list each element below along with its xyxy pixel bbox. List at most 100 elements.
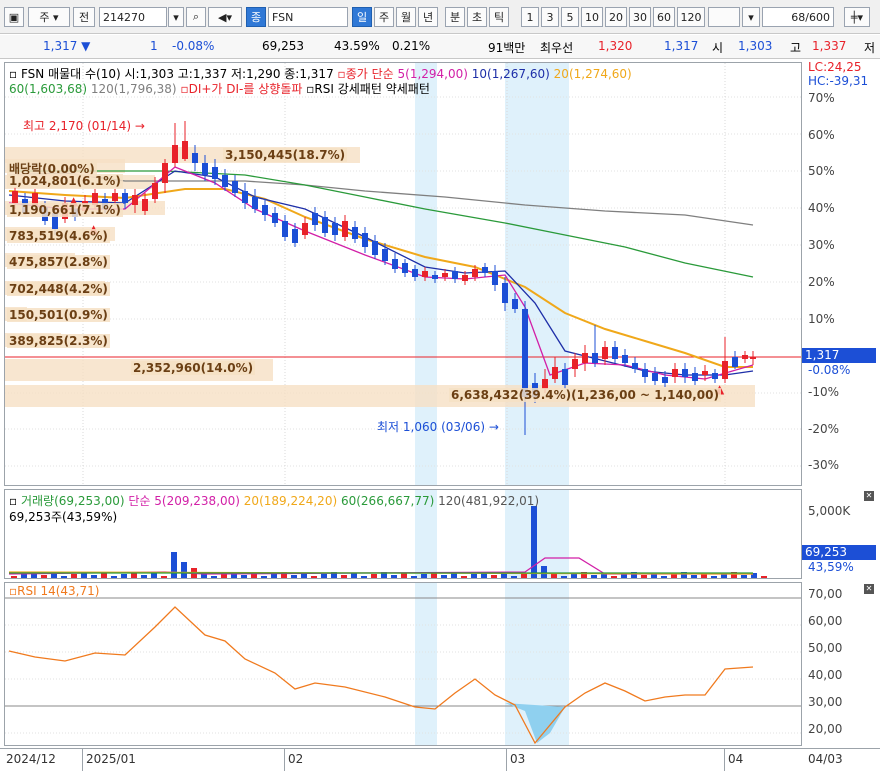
legend-signal2: ▫RSI 강세패턴 [306, 82, 382, 96]
volume-bar [661, 576, 667, 578]
candle-body [612, 347, 618, 359]
range-30[interactable]: 30 [629, 7, 651, 27]
candle-body [622, 355, 628, 363]
market-select[interactable]: 주 ▾ [28, 7, 70, 27]
layout-icon[interactable]: ▣ [4, 7, 24, 27]
legend-vol-ma5: 단순 5(209,238,00) [128, 494, 240, 508]
candle-body [222, 175, 228, 187]
x-separator [724, 749, 725, 771]
legend-vol-ma20: 20(189,224,20) [243, 494, 338, 508]
candle-body [12, 191, 18, 203]
period-week[interactable]: 주 [374, 7, 394, 27]
candle-body [182, 141, 188, 159]
candle-body [502, 283, 508, 303]
stock-name-field[interactable]: FSN [268, 7, 348, 27]
toolbar: ▣ 주 ▾ 전 214270 ▾ ⌕ ◀▾ 종 FSN 일 주 월 년 분 초 … [0, 0, 880, 34]
panel-icon: ▫ [9, 67, 18, 81]
candle-body [692, 373, 698, 381]
ytick-30: 30% [808, 238, 835, 252]
volume-bar [351, 573, 357, 578]
range-3[interactable]: 3 [541, 7, 559, 27]
rsi-y-axis[interactable]: 70,00 60,00 50,00 40,00 30,00 20,00 [802, 582, 880, 746]
vp-label-1: 1,024,801(6.1%) [7, 174, 123, 188]
volume-value: 69,253 [262, 39, 304, 53]
volume-bar [691, 575, 697, 578]
candle-body [492, 271, 498, 285]
candle-body [652, 373, 658, 381]
rsi-tick-60: 60,00 [808, 614, 843, 628]
code-dropdown-icon[interactable]: ▾ [168, 7, 184, 27]
volume-bar [121, 574, 127, 578]
count-field[interactable]: 68/600 [762, 7, 834, 27]
code-input[interactable]: 214270 [99, 7, 167, 27]
period-minute[interactable]: 분 [445, 7, 465, 27]
candle-body [392, 259, 398, 269]
volume-bar [371, 574, 377, 578]
candle-body [672, 369, 678, 377]
prev-button[interactable]: 전 [73, 7, 95, 27]
chevron-down-icon: ▾ [53, 10, 59, 24]
candle-settings-icon[interactable]: ╪▾ [844, 7, 870, 27]
volume-bar [161, 576, 167, 578]
candle-body [252, 197, 258, 209]
candle-body [592, 353, 598, 363]
current-price-tag: 1,317 [802, 348, 876, 363]
hc-value: HC:-39,31 [808, 74, 869, 88]
range-120[interactable]: 120 [677, 7, 705, 27]
volume-bar [441, 575, 447, 578]
legend-ohlc: 시:1,303 고:1,337 저:1,290 종:1,317 [124, 67, 334, 81]
ytick-10: 10% [808, 312, 835, 326]
search-icon[interactable]: ⌕ [186, 7, 206, 27]
price-y-axis[interactable]: LC:24,25 HC:-39,31 70% 60% 50% 40% 30% 2… [802, 60, 880, 486]
candle-body [212, 167, 218, 179]
close-icon[interactable]: ✕ [864, 584, 874, 594]
candle-body [122, 193, 128, 203]
ytick-m30: -30% [808, 458, 840, 472]
volume-bar [21, 574, 27, 578]
ytick-60: 60% [808, 128, 835, 142]
rsi-legend: ▫RSI 14(43,71) [9, 584, 100, 598]
candle-body [382, 249, 388, 261]
vp-label-2: 1,190,661(7.1%) [7, 203, 123, 217]
price-chart-panel[interactable]: ▲▲▲ ▫ FSN 매물대 수(10) 시:1,303 고:1,337 저:1,… [4, 62, 802, 486]
period-second[interactable]: 초 [467, 7, 487, 27]
volume-bar [271, 574, 277, 578]
candle-body [572, 359, 578, 369]
open-price: 1,303 [738, 39, 773, 53]
candle-body [402, 263, 408, 273]
period-year[interactable]: 년 [418, 7, 438, 27]
volume-bar [41, 575, 47, 578]
candle-body [682, 369, 688, 377]
highlight-column [505, 63, 569, 485]
blank-field[interactable] [708, 7, 740, 27]
close-icon[interactable]: ✕ [864, 491, 874, 501]
speaker-icon[interactable]: ◀▾ [208, 7, 242, 27]
range-60[interactable]: 60 [653, 7, 675, 27]
candle-body [172, 145, 178, 163]
x-label-date: 04/03 [808, 752, 843, 766]
range-10[interactable]: 10 [581, 7, 603, 27]
range-dropdown-icon[interactable]: ▾ [742, 7, 760, 27]
legend-ma60: 60(1,603,68) [9, 82, 88, 96]
volume-panel[interactable]: ▫ 거래량(69,253,00) 단순 5(209,238,00) 20(189… [4, 489, 802, 579]
count-total: /600 [805, 10, 830, 24]
volume-bar [411, 576, 417, 578]
range-1[interactable]: 1 [521, 7, 539, 27]
volume-bar [521, 574, 527, 578]
rsi-panel[interactable]: ▫RSI 14(43,71) [4, 582, 802, 746]
volume-pct-tag: 43,59% [808, 560, 854, 574]
best-label: 최우선 [540, 41, 574, 55]
period-tick[interactable]: 틱 [489, 7, 509, 27]
volume-bar [171, 552, 177, 578]
x-separator [506, 749, 507, 771]
high-annotation: 최고 2,170 (01/14) → [23, 119, 145, 133]
period-day[interactable]: 일 [352, 7, 372, 27]
candle-body [112, 193, 118, 201]
rsi-tick-30: 30,00 [808, 695, 843, 709]
candle-body [472, 269, 478, 277]
period-month[interactable]: 월 [396, 7, 416, 27]
candle-body [632, 363, 638, 369]
range-20[interactable]: 20 [605, 7, 627, 27]
range-5[interactable]: 5 [561, 7, 579, 27]
volume-bar [261, 576, 267, 578]
